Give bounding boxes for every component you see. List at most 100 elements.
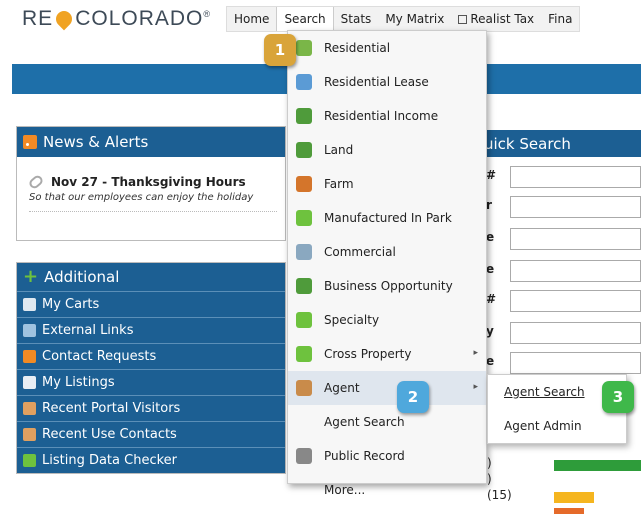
- quick-search-title: uick Search: [484, 135, 571, 153]
- menu-item-label: Commercial: [324, 245, 396, 259]
- additional-link-label: My Listings: [42, 375, 115, 390]
- menu-item-label: Manufactured In Park: [324, 211, 452, 225]
- additional-link[interactable]: Recent Portal Visitors: [17, 395, 285, 421]
- quick-search-input[interactable]: [510, 196, 641, 218]
- nav-realist-tax-label: Realist Tax: [470, 12, 535, 26]
- additional-link[interactable]: External Links: [17, 317, 285, 343]
- menu-item-commercial[interactable]: Commercial: [288, 235, 486, 269]
- stat-bar-orange: [554, 508, 584, 514]
- menu-item-residential-income[interactable]: Residential Income: [288, 99, 486, 133]
- news-item-title-text: Nov 27 - Thanksgiving Hours: [51, 175, 246, 189]
- people-icon: [23, 428, 36, 441]
- quick-search-label: #: [486, 292, 497, 306]
- additional-link[interactable]: My Carts: [17, 291, 285, 317]
- menu-item-label: More...: [324, 483, 366, 497]
- additional-link-label: Recent Use Contacts: [42, 427, 177, 442]
- quick-search-row: e: [484, 228, 641, 250]
- menu-item-agent-search[interactable]: Agent Search: [288, 405, 486, 439]
- stat-bar-yellow: [554, 492, 594, 503]
- nav-stats[interactable]: Stats: [334, 7, 379, 31]
- menu-item-agent[interactable]: Agent ▸: [288, 371, 486, 405]
- menu-item-business-opportunity[interactable]: Business Opportunity: [288, 269, 486, 303]
- submenu-arrow-icon: ▸: [473, 382, 478, 392]
- menu-item-label: Land: [324, 143, 354, 157]
- bank-icon: [296, 448, 312, 464]
- menu-item-manufactured-in-park[interactable]: Manufactured In Park: [288, 201, 486, 235]
- checker-icon: [23, 454, 36, 467]
- quick-search-row: y: [484, 322, 641, 344]
- blank-icon-slot: [296, 482, 312, 498]
- additional-link-label: Listing Data Checker: [42, 453, 178, 468]
- plus-icon: +: [23, 266, 39, 287]
- menu-item-label: Residential Income: [324, 109, 439, 123]
- logo-text-right: COLORADO: [75, 7, 204, 30]
- menu-item-land[interactable]: Land: [288, 133, 486, 167]
- quick-search-input[interactable]: [510, 260, 641, 282]
- logo-drop-icon: [52, 7, 76, 31]
- main-nav: Home Search Stats My Matrix Realist Tax …: [226, 6, 581, 32]
- blank-icon-slot: [296, 414, 312, 430]
- agent-icon: [296, 380, 312, 396]
- additional-link-label: Contact Requests: [42, 349, 157, 364]
- quick-search-label: y: [486, 324, 494, 338]
- quick-search-input[interactable]: [510, 352, 641, 374]
- menu-item-specialty[interactable]: Specialty: [288, 303, 486, 337]
- news-alerts-panel: News & Alerts Nov 27 - Thanksgiving Hour…: [16, 126, 286, 241]
- menu-item-label: Agent Search: [324, 415, 405, 429]
- additional-link[interactable]: Listing Data Checker: [17, 447, 285, 473]
- menu-item-cross-property[interactable]: Cross Property ▸: [288, 337, 486, 371]
- menu-item-residential[interactable]: Residential: [288, 31, 486, 65]
- stat-bar-green: [554, 460, 641, 471]
- building-icon: [296, 244, 312, 260]
- stat-text-2: ): [487, 472, 492, 486]
- quick-search-input[interactable]: [510, 322, 641, 344]
- additional-link[interactable]: My Listings: [17, 369, 285, 395]
- nav-search[interactable]: Search: [276, 7, 334, 31]
- search-dropdown-menu: Residential Residential Lease Residential …: [287, 30, 487, 497]
- menu-item-label: Public Record: [324, 449, 405, 463]
- additional-link[interactable]: Contact Requests: [17, 343, 285, 369]
- recolorado-logo[interactable]: RE COLORADO®: [22, 7, 211, 31]
- stat-text-1: ): [487, 456, 492, 470]
- nav-realist-tax[interactable]: Realist Tax: [451, 7, 541, 31]
- callout-badge-1: 1: [264, 34, 296, 66]
- quick-search-label: e: [486, 354, 495, 368]
- tractor-icon: [296, 176, 312, 192]
- menu-item-label: Farm: [324, 177, 354, 191]
- nav-my-matrix[interactable]: My Matrix: [378, 7, 451, 31]
- listing-icon: [23, 376, 36, 389]
- menu-item-public-record[interactable]: Public Record: [288, 439, 486, 473]
- additional-link-label: Recent Portal Visitors: [42, 401, 181, 416]
- menu-item-label: Cross Property: [324, 347, 412, 361]
- tree-icon: [296, 142, 312, 158]
- expand-icon: [296, 346, 312, 362]
- menu-item-label: Specialty: [324, 313, 380, 327]
- menu-item-more[interactable]: More...: [288, 473, 486, 507]
- news-item-title[interactable]: Nov 27 - Thanksgiving Hours: [27, 173, 277, 191]
- quick-search-input[interactable]: [510, 166, 641, 188]
- quick-search-row: e: [484, 260, 641, 282]
- callout-badge-3: 3: [602, 381, 634, 413]
- expand-icon: [296, 210, 312, 226]
- additional-panel: + Additional My Carts External Links Conta…: [16, 262, 286, 474]
- menu-item-label: Business Opportunity: [324, 279, 453, 293]
- logo-mark: ®: [203, 9, 212, 19]
- contact-icon: [23, 350, 36, 363]
- cart-icon: [23, 298, 36, 311]
- quick-search-header: uick Search: [472, 130, 641, 157]
- additional-link-label: My Carts: [42, 297, 100, 312]
- income-icon: [296, 108, 312, 124]
- submenu-agent-admin[interactable]: Agent Admin: [488, 409, 626, 443]
- quick-search-label: e: [486, 262, 495, 276]
- news-header: News & Alerts: [17, 127, 285, 157]
- nav-fina[interactable]: Fina: [541, 7, 579, 31]
- nav-home[interactable]: Home: [227, 7, 276, 31]
- menu-item-farm[interactable]: Farm: [288, 167, 486, 201]
- menu-item-residential-lease[interactable]: Residential Lease: [288, 65, 486, 99]
- additional-link-label: External Links: [42, 323, 134, 338]
- business-icon: [296, 278, 312, 294]
- rss-icon[interactable]: [23, 135, 37, 149]
- quick-search-input[interactable]: [510, 228, 641, 250]
- additional-link[interactable]: Recent Use Contacts: [17, 421, 285, 447]
- quick-search-input[interactable]: [510, 290, 641, 312]
